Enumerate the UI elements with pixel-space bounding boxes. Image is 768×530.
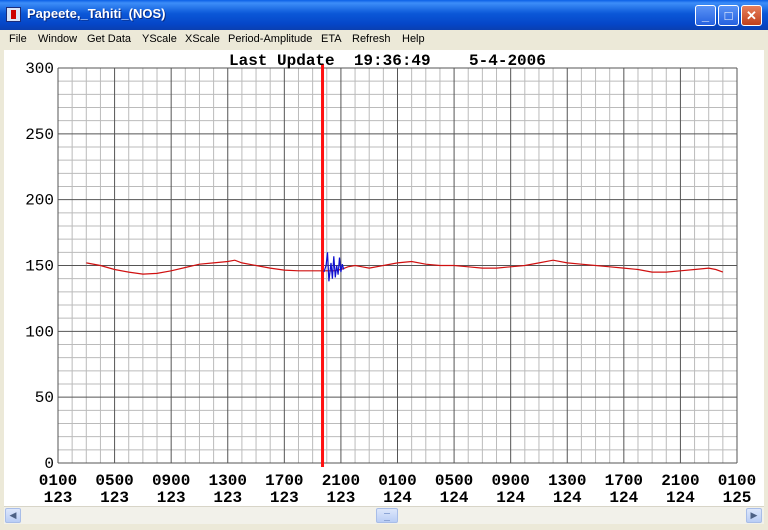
x-tick-time-label: 0100	[378, 472, 416, 490]
menu-refresh[interactable]: Refresh	[352, 33, 391, 45]
menu-eta[interactable]: ETA	[321, 33, 342, 45]
window-bottom-border	[0, 524, 768, 530]
menu-period-amplitude[interactable]: Period-Amplitude	[228, 33, 312, 45]
y-tick-label: 150	[25, 258, 54, 276]
x-tick-day-label: 124	[383, 489, 412, 506]
window-title: Papeete,_Tahiti_(NOS)	[27, 6, 166, 21]
x-tick-time-label: 0100	[718, 472, 756, 490]
x-tick-time-label: 1300	[548, 472, 586, 490]
x-tick-time-label: 1700	[265, 472, 303, 490]
x-tick-day-label: 123	[327, 489, 356, 506]
menu-xscale[interactable]: XScale	[185, 33, 220, 45]
x-tick-time-label: 1700	[605, 472, 643, 490]
y-tick-label: 50	[35, 389, 54, 407]
maximize-button[interactable]: □	[718, 5, 739, 26]
menu-yscale[interactable]: YScale	[142, 33, 177, 45]
x-tick-day-label: 123	[100, 489, 129, 506]
menu-window[interactable]: Window	[38, 33, 77, 45]
observed-series-line	[86, 259, 724, 275]
scroll-left-button[interactable]: ◀	[5, 508, 21, 523]
y-tick-label: 0	[44, 455, 54, 473]
data-series	[86, 252, 724, 282]
chart-title: Last Update 19:36:49 5-4-2006	[229, 52, 546, 70]
chart-area: Last Update 19:36:49 5-4-2006 0 50 100 150 2…	[4, 50, 764, 507]
x-tick-day-label: 123	[44, 489, 73, 506]
x-tick-day-label: 124	[496, 489, 525, 506]
x-tick-time-label: 0500	[95, 472, 133, 490]
x-tick-time-label: 0900	[491, 472, 529, 490]
x-tick-time-label: 0100	[39, 472, 77, 490]
title-bar[interactable]: Papeete,_Tahiti_(NOS) _ □ ✕	[0, 0, 768, 30]
menu-file[interactable]: File	[9, 33, 27, 45]
grip-icon	[384, 513, 390, 521]
x-tick-time-label: 0500	[435, 472, 473, 490]
x-tick-time-label: 2100	[661, 472, 699, 490]
app-icon[interactable]	[6, 7, 21, 22]
scroll-thumb[interactable]	[376, 508, 398, 523]
menu-bar: File Window Get Data YScale XScale Perio…	[0, 30, 768, 50]
x-tick-time-label: 1300	[209, 472, 247, 490]
minimize-button[interactable]: _	[695, 5, 716, 26]
y-tick-label: 250	[25, 126, 54, 144]
x-axis-labels: 0100123050012309001231300123170012321001…	[39, 472, 756, 507]
x-tick-time-label: 2100	[322, 472, 360, 490]
y-tick-label: 200	[25, 192, 54, 210]
menu-help[interactable]: Help	[402, 33, 425, 45]
x-tick-day-label: 124	[553, 489, 582, 506]
menu-get-data[interactable]: Get Data	[87, 33, 131, 45]
horizontal-scrollbar[interactable]: ◀ ▶	[4, 506, 764, 525]
application-window: Papeete,_Tahiti_(NOS) _ □ ✕ File Window …	[0, 0, 768, 530]
major-grid	[57, 67, 738, 464]
x-tick-day-label: 123	[213, 489, 242, 506]
x-tick-day-label: 124	[440, 489, 469, 506]
tide-chart: Last Update 19:36:49 5-4-2006 0 50 100 150 2…	[25, 52, 756, 507]
close-button[interactable]: ✕	[741, 5, 762, 26]
x-tick-day-label: 124	[609, 489, 638, 506]
x-tick-day-label: 123	[270, 489, 299, 506]
y-tick-label: 100	[25, 323, 54, 341]
x-tick-day-label: 124	[666, 489, 695, 506]
scroll-right-button[interactable]: ▶	[746, 508, 762, 523]
x-tick-time-label: 0900	[152, 472, 190, 490]
x-tick-day-label: 123	[157, 489, 186, 506]
x-tick-day-label: 125	[723, 489, 752, 506]
y-axis-labels: 0 50 100 150 200 250 300	[25, 60, 54, 473]
y-tick-label: 300	[25, 60, 54, 78]
